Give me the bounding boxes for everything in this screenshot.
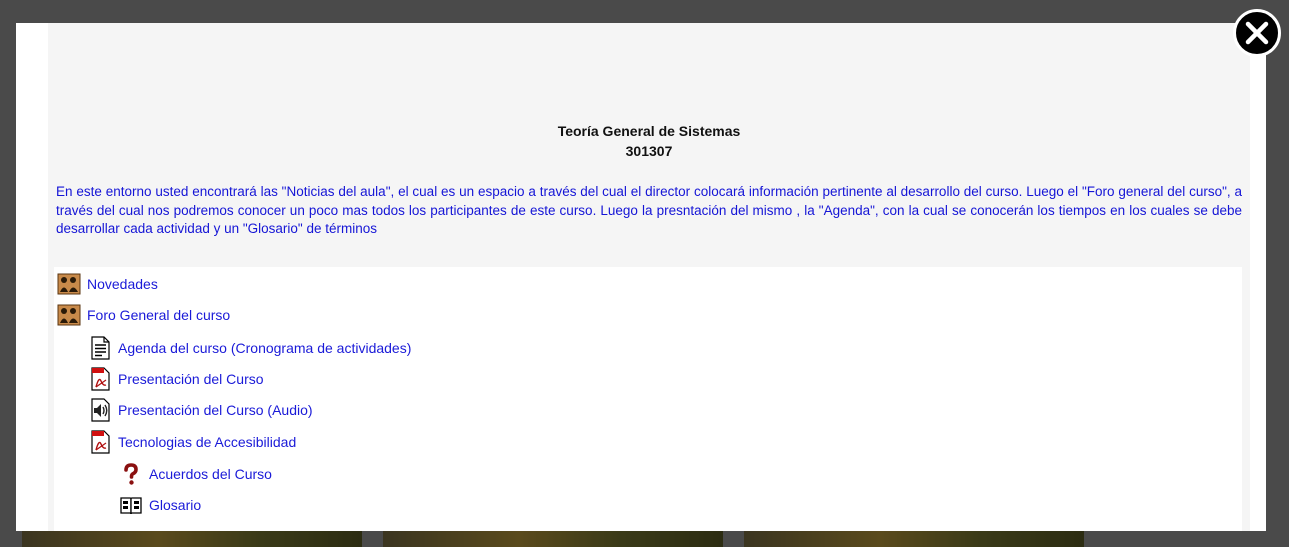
course-code: 301307 <box>625 143 673 159</box>
resource-novedades[interactable]: Novedades <box>57 272 158 296</box>
resource-presentacion[interactable]: Presentación del Curso <box>88 367 264 391</box>
resource-glosario[interactable]: Glosario <box>119 493 201 517</box>
close-button[interactable] <box>1233 9 1281 57</box>
course-header: Teoría General de Sistemas 301307 <box>48 121 1250 161</box>
audio-file-icon <box>88 398 112 422</box>
resource-label: Presentación del Curso (Audio) <box>118 402 313 418</box>
resource-label: Foro General del curso <box>87 307 231 323</box>
resource-presentacion-audio[interactable]: Presentación del Curso (Audio) <box>88 398 313 422</box>
resource-label: Novedades <box>87 276 158 292</box>
question-mark-icon <box>119 462 143 486</box>
text-document-icon <box>88 336 112 360</box>
close-icon <box>1245 21 1269 45</box>
resource-label: Glosario <box>149 497 202 513</box>
course-description: En este entorno usted encontrará las "No… <box>56 184 1242 236</box>
resource-label: Acuerdos del Curso <box>149 466 272 482</box>
course-title: Teoría General de Sistemas <box>557 123 741 139</box>
glossary-book-icon <box>119 493 143 517</box>
resource-label: Presentación del Curso <box>118 371 264 387</box>
resource-foro-general[interactable]: Foro General del curso <box>57 303 230 327</box>
course-panel: Teoría General de Sistemas 301307 En est… <box>48 23 1250 531</box>
resource-acuerdos[interactable]: Acuerdos del Curso <box>119 462 272 486</box>
resource-agenda[interactable]: Agenda del curso (Cronograma de activida… <box>88 336 411 360</box>
resource-tecnologias-accesibilidad[interactable]: Tecnologias de Accesibilidad <box>88 430 296 454</box>
resource-label: Tecnologias de Accesibilidad <box>118 434 297 450</box>
pdf-icon <box>88 367 112 391</box>
pdf-icon <box>88 430 112 454</box>
resource-label: Agenda del curso (Cronograma de activida… <box>118 340 412 356</box>
forum-icon <box>57 272 81 296</box>
lightbox-modal: Teoría General de Sistemas 301307 En est… <box>16 23 1266 531</box>
forum-icon <box>57 303 81 327</box>
resource-list: Novedades Foro General del curso Agenda … <box>54 267 1242 531</box>
